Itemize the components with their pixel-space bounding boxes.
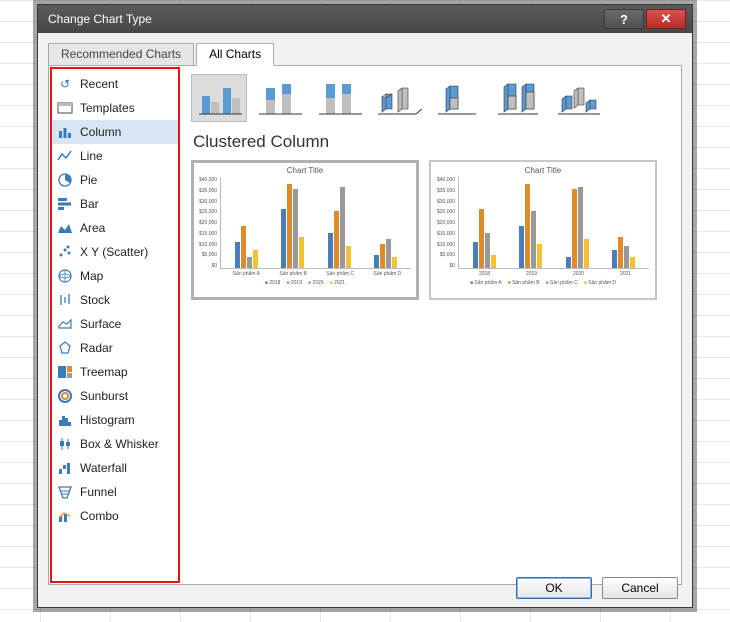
category-label: Treemap bbox=[80, 365, 128, 379]
help-button[interactable] bbox=[604, 9, 644, 29]
category-radar[interactable]: Radar bbox=[51, 336, 178, 360]
waterfall-icon bbox=[57, 460, 73, 476]
cancel-button[interactable]: Cancel bbox=[602, 577, 678, 599]
dialog-title: Change Chart Type bbox=[48, 12, 602, 26]
category-templates[interactable]: Templates bbox=[51, 96, 178, 120]
chart-preview-1[interactable]: Chart Title $40,000$35,000$30,000$25,000… bbox=[191, 160, 419, 300]
category-label: Templates bbox=[80, 101, 135, 115]
chart-preview-2[interactable]: Chart Title $40,000$35,000$30,000$25,000… bbox=[429, 160, 657, 300]
subtype-100-stacked-column[interactable] bbox=[311, 74, 367, 122]
category-bar[interactable]: Bar bbox=[51, 192, 178, 216]
category-label: Histogram bbox=[80, 413, 135, 427]
preview2-xlabels: 2018201920202021 bbox=[437, 271, 649, 277]
subtype-3d-100-stacked-column[interactable] bbox=[491, 74, 547, 122]
category-label: Waterfall bbox=[80, 461, 127, 475]
category-recent[interactable]: ↺ Recent bbox=[51, 72, 178, 96]
scatter-icon bbox=[57, 244, 73, 260]
chart-content-area: Clustered Column Chart Title $40,000$35,… bbox=[181, 66, 681, 584]
tab-panel: ↺ Recent Templates Column Line Pie Bar Ar… bbox=[48, 65, 682, 585]
category-label: Line bbox=[80, 149, 103, 163]
templates-icon bbox=[57, 100, 73, 116]
pie-icon bbox=[57, 172, 73, 188]
subtype-stacked-column[interactable] bbox=[251, 74, 307, 122]
category-surface[interactable]: Surface bbox=[51, 312, 178, 336]
tab-strip: Recommended Charts All Charts bbox=[38, 33, 692, 65]
tab-recommended[interactable]: Recommended Charts bbox=[48, 43, 194, 65]
tab-all-charts[interactable]: All Charts bbox=[196, 43, 274, 66]
category-sunburst[interactable]: Sunburst bbox=[51, 384, 178, 408]
change-chart-type-dialog: Change Chart Type Recommended Charts All… bbox=[37, 4, 693, 608]
surface-icon bbox=[57, 316, 73, 332]
chart-previews: Chart Title $40,000$35,000$30,000$25,000… bbox=[191, 160, 671, 300]
preview2-plot bbox=[458, 177, 649, 269]
category-combo[interactable]: Combo bbox=[51, 504, 178, 528]
titlebar[interactable]: Change Chart Type bbox=[38, 5, 692, 33]
category-histogram[interactable]: Histogram bbox=[51, 408, 178, 432]
preview1-legend: 2018201920202021 bbox=[199, 280, 411, 286]
category-label: X Y (Scatter) bbox=[80, 245, 148, 259]
line-icon bbox=[57, 148, 73, 164]
ok-button[interactable]: OK bbox=[516, 577, 592, 599]
category-label: Pie bbox=[80, 173, 97, 187]
area-icon bbox=[57, 220, 73, 236]
category-label: Area bbox=[80, 221, 105, 235]
category-pie[interactable]: Pie bbox=[51, 168, 178, 192]
histogram-icon bbox=[57, 412, 73, 428]
subtype-3d-clustered-column[interactable] bbox=[371, 74, 427, 122]
subtype-clustered-column[interactable] bbox=[191, 74, 247, 122]
preview2-legend: Sản phẩm ASản phẩm BSản phẩm CSản phẩm D bbox=[437, 280, 649, 286]
boxwhisker-icon bbox=[57, 436, 73, 452]
category-boxwhisker[interactable]: Box & Whisker bbox=[51, 432, 178, 456]
category-stock[interactable]: Stock bbox=[51, 288, 178, 312]
treemap-icon bbox=[57, 364, 73, 380]
preview1-title: Chart Title bbox=[199, 166, 411, 175]
recent-icon: ↺ bbox=[57, 76, 73, 92]
close-button[interactable] bbox=[646, 9, 686, 29]
preview2-ylabels: $40,000$35,000$30,000$25,000$20,000$15,0… bbox=[437, 177, 458, 269]
preview1-plot bbox=[220, 177, 411, 269]
category-label: Funnel bbox=[80, 485, 117, 499]
category-label: Recent bbox=[80, 77, 118, 91]
map-icon bbox=[57, 268, 73, 284]
category-waterfall[interactable]: Waterfall bbox=[51, 456, 178, 480]
funnel-icon bbox=[57, 484, 73, 500]
category-label: Surface bbox=[80, 317, 121, 331]
category-map[interactable]: Map bbox=[51, 264, 178, 288]
bar-icon bbox=[57, 196, 73, 212]
category-label: Box & Whisker bbox=[80, 437, 159, 451]
radar-icon bbox=[57, 340, 73, 356]
category-column[interactable]: Column bbox=[51, 120, 178, 144]
preview2-title: Chart Title bbox=[437, 166, 649, 175]
category-label: Bar bbox=[80, 197, 99, 211]
category-label: Column bbox=[80, 125, 121, 139]
column-icon bbox=[57, 124, 73, 140]
category-funnel[interactable]: Funnel bbox=[51, 480, 178, 504]
stock-icon bbox=[57, 292, 73, 308]
sunburst-icon bbox=[57, 388, 73, 404]
category-label: Sunburst bbox=[80, 389, 128, 403]
combo-icon bbox=[57, 508, 73, 524]
category-label: Stock bbox=[80, 293, 110, 307]
category-label: Radar bbox=[80, 341, 113, 355]
category-area[interactable]: Area bbox=[51, 216, 178, 240]
selected-chart-name: Clustered Column bbox=[193, 132, 671, 152]
category-line[interactable]: Line bbox=[51, 144, 178, 168]
category-treemap[interactable]: Treemap bbox=[51, 360, 178, 384]
category-scatter[interactable]: X Y (Scatter) bbox=[51, 240, 178, 264]
category-label: Map bbox=[80, 269, 103, 283]
preview1-xlabels: Sản phẩm ASản phẩm BSản phẩm CSản phẩm D bbox=[199, 271, 411, 277]
chart-category-list: ↺ Recent Templates Column Line Pie Bar Ar… bbox=[51, 68, 179, 582]
preview1-ylabels: $40,000$35,000$30,000$25,000$20,000$15,0… bbox=[199, 177, 220, 269]
subtype-3d-stacked-column[interactable] bbox=[431, 74, 487, 122]
dialog-footer: OK Cancel bbox=[516, 577, 678, 599]
column-subtype-row bbox=[191, 74, 671, 122]
subtype-3d-column[interactable] bbox=[551, 74, 607, 122]
category-label: Combo bbox=[80, 509, 119, 523]
